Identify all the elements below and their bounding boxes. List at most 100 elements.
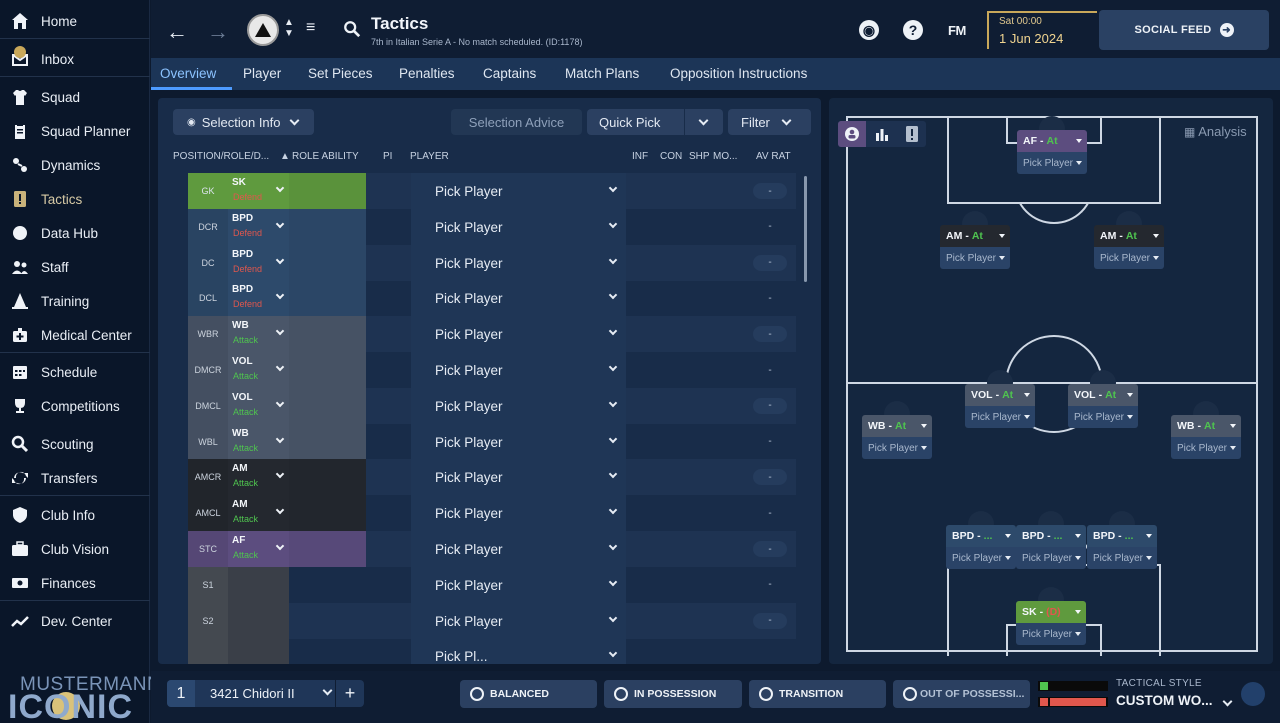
instructions-view-toggle[interactable] [898,121,926,147]
selection-advice-button[interactable]: Selection Advice [451,109,582,135]
phase-in-possession-button[interactable]: IN POSSESSION [604,680,742,708]
sidebar-item-club-vision[interactable]: Club Vision [0,532,150,566]
tab-set-pieces[interactable]: Set Pieces [308,66,373,81]
player-picker[interactable]: Pick Player [411,280,626,317]
formation-selector[interactable]: 1 3421 Chidori II + [167,680,364,707]
chevron-down-icon[interactable] [275,505,285,515]
tab-player[interactable]: Player [243,66,281,81]
tab-opposition-instructions[interactable]: Opposition Instructions [670,66,807,81]
chevron-down-icon[interactable] [275,291,285,300]
table-row[interactable]: S1 Pick Player - [188,566,796,603]
column-header-role-ability[interactable]: ROLE ABILITY [292,151,359,162]
tactical-style-value[interactable]: CUSTOM WO... [1116,693,1233,708]
table-row[interactable]: GK SK Defend Pick Player - [188,173,796,209]
table-row[interactable]: DMCL VOL Attack Pick Player - [188,387,796,424]
tab-match-plans[interactable]: Match Plans [565,66,639,81]
sidebar-item-inbox[interactable]: Inbox [0,42,150,76]
back-arrow-icon[interactable]: ← [166,19,188,45]
role-cell[interactable]: SK Defend [228,173,289,209]
stats-view-toggle[interactable] [868,121,896,147]
role-cell[interactable]: WB Attack [228,423,289,460]
slot-role[interactable]: VOL - At [965,384,1035,406]
column-header-con[interactable]: CON [660,151,682,162]
player-picker[interactable]: Pick Player [411,208,626,245]
player-picker[interactable]: Pick Player [411,531,626,567]
tactic-info-icon[interactable] [1241,682,1265,706]
player-picker[interactable]: Pick Pl... [411,638,626,664]
table-row[interactable]: WBL WB Attack Pick Player - [188,423,796,460]
sidebar-item-schedule[interactable]: Schedule [0,355,150,389]
social-feed-button[interactable]: SOCIAL FEED ➜ [1099,10,1269,50]
slot-role[interactable]: BPD - ... [946,525,1016,547]
sidebar-item-scouting[interactable]: Scouting [0,427,150,461]
role-cell[interactable]: VOL Attack [228,387,289,424]
role-cell[interactable]: BPD Defend [228,244,289,281]
slot-pick-player[interactable]: Pick Player [965,406,1035,428]
formation-slot-number[interactable]: 1 [167,680,195,707]
tab-captains[interactable]: Captains [483,66,536,81]
table-row[interactable]: STC AF Attack Pick Player - [188,531,796,567]
role-cell[interactable]: VOL Attack [228,352,289,388]
role-cell[interactable]: AM Attack [228,495,289,532]
player-picker[interactable]: Pick Player [411,316,626,353]
phase-balanced-button[interactable]: BALANCED [460,680,597,708]
sidebar-item-squad-planner[interactable]: Squad Planner [0,114,150,148]
role-cell[interactable]: AM Attack [228,459,289,496]
sidebar-item-club-info[interactable]: Club Info [0,498,150,532]
slot-pick-player[interactable]: Pick Player [1087,547,1157,569]
scrollbar[interactable] [804,176,807,282]
help-icon[interactable]: ? [903,20,923,40]
slot-role[interactable]: AM - At [1094,225,1164,247]
sidebar-item-dynamics[interactable]: Dynamics [0,148,150,182]
player-picker[interactable]: Pick Player [411,459,626,496]
role-cell[interactable] [228,638,289,664]
role-cell[interactable] [228,602,289,639]
chevron-down-icon[interactable] [698,115,709,126]
slot-pick-player[interactable]: Pick Player [1068,406,1138,428]
role-cell[interactable]: BPD Defend [228,280,289,317]
role-cell[interactable]: AF Attack [228,531,289,567]
chevron-down-icon[interactable] [275,183,285,193]
quick-pick-button[interactable]: Quick Pick [587,109,723,135]
sidebar-item-training[interactable]: Training [0,284,150,318]
slot-pick-player[interactable]: Pick Player [1094,247,1164,269]
sidebar-item-finances[interactable]: Finances [0,566,150,600]
role-cell[interactable] [228,566,289,603]
sidebar-item-home[interactable]: Home [0,4,150,38]
slot-role[interactable]: BPD - ... [1087,525,1157,547]
club-switch-arrows-icon[interactable]: ▲ ▼ [284,17,294,39]
sidebar-item-transfers[interactable]: Transfers [0,461,150,495]
chevron-down-icon[interactable] [275,362,285,372]
player-picker[interactable]: Pick Player [411,387,626,424]
table-row[interactable]: DCR BPD Defend Pick Player - [188,208,796,245]
column-header-player[interactable]: PLAYER [410,151,449,162]
table-row[interactable]: AMCR AM Attack Pick Player - [188,459,796,496]
slot-role[interactable]: AM - At [940,225,1010,247]
table-row[interactable]: DCL BPD Defend Pick Player - [188,280,796,317]
chevron-down-icon[interactable] [275,219,285,229]
sidebar-item-staff[interactable]: Staff [0,250,150,284]
table-row[interactable]: AMCL AM Attack Pick Player - [188,495,796,532]
sidebar-item-tactics[interactable]: Tactics [0,182,150,216]
table-row[interactable]: WBR WB Attack Pick Player - [188,316,796,353]
slot-role[interactable]: VOL - At [1068,384,1138,406]
phase-transition-button[interactable]: TRANSITION [749,680,886,708]
player-view-toggle[interactable] [838,121,866,147]
date-continue-block[interactable]: Sat 00:00 1 Jun 2024 [987,11,1097,49]
player-picker[interactable]: Pick Player [411,495,626,532]
slot-role[interactable]: WB - At [862,415,932,437]
chevron-down-icon[interactable] [275,434,285,443]
role-cell[interactable]: BPD Defend [228,208,289,245]
slot-pick-player[interactable]: Pick Player [1016,547,1086,569]
menu-icon[interactable]: ≡ [306,19,315,37]
phase-out-of-possession-button[interactable]: OUT OF POSSESSI... [893,680,1030,708]
player-picker[interactable]: Pick Player [411,423,626,460]
role-cell[interactable]: WB Attack [228,316,289,353]
table-row[interactable]: S2 Pick Player - [188,602,796,639]
column-header-av-rat[interactable]: AV RAT [756,151,791,162]
column-header-shp[interactable]: SHP [689,151,710,162]
slot-pick-player[interactable]: Pick Player [946,547,1016,569]
slot-pick-player[interactable]: Pick Player [1017,152,1087,174]
table-row[interactable]: Pick Pl... [188,638,796,664]
column-header-inf[interactable]: INF [632,151,648,162]
